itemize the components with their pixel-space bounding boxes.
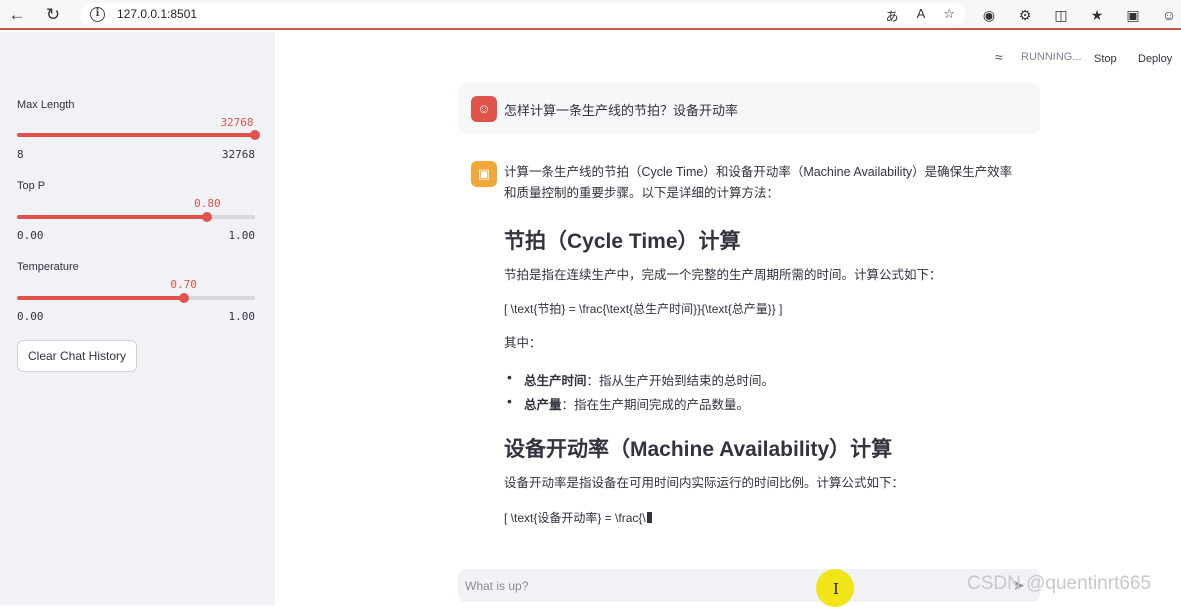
chat-input[interactable] (458, 569, 1040, 602)
status-text: RUNNING... (1021, 51, 1082, 63)
slider-label: Max Length (17, 99, 75, 111)
slider-track[interactable] (17, 212, 255, 222)
slider-label: Top P (17, 180, 46, 192)
info-icon[interactable]: i (90, 7, 105, 22)
answer-paragraph-2: 设备开动率是指设备在可用时间内实际运行的时间比例。计算公式如下： (504, 476, 905, 490)
slider-fill (17, 133, 255, 137)
watermark: CSDN @quentinrt665 (967, 573, 1152, 594)
favorites-icon[interactable]: ★ (1086, 4, 1108, 26)
heading-cycle-time: 节拍（Cycle Time）计算 (504, 230, 741, 253)
bullet-term: 总生产时间 (524, 374, 587, 388)
address-bar[interactable]: i 127.0.0.1:8501 あ A ☆ (80, 3, 965, 26)
answer-intro-line1: 计算一条生产线的节拍（Cycle Time）和设备开动率（Machine Ava… (504, 165, 1013, 179)
slider-current-value: 0.80 (194, 197, 221, 210)
url-text: 127.0.0.1:8501 (117, 7, 198, 21)
bullet-term: 总产量 (524, 398, 562, 412)
slider-track[interactable] (17, 130, 260, 140)
assistant-avatar-icon: ▣ (471, 161, 497, 187)
browser-toolbar: ← ↻ i 127.0.0.1:8501 あ A ☆ ◉ ⚙ ◫ ★ ▣ ☺ (0, 0, 1181, 30)
slider-max: 1.00 (228, 229, 256, 242)
collections-icon[interactable]: ▣ (1122, 4, 1144, 26)
slider-max: 32768 (221, 148, 255, 161)
list-item: 总产量：指在生产期间完成的产品数量。 (507, 393, 750, 413)
favorite-star-icon[interactable]: ☆ (943, 6, 955, 25)
bullet-desc: ：指在生产期间完成的产品数量。 (561, 398, 750, 412)
extensions-icon[interactable]: ⚙ (1014, 4, 1036, 26)
answer-among: 其中： (504, 336, 542, 350)
slider-label: Temperature (17, 261, 79, 273)
read-aloud-icon[interactable]: あ (886, 6, 899, 25)
top-p-slider[interactable]: Top P 0.80 0.00 1.00 (17, 180, 255, 242)
list-item: 总生产时间：指从生产开始到结束的总时间。 (507, 369, 775, 389)
split-screen-icon[interactable]: ◫ (1050, 4, 1072, 26)
slider-track[interactable] (17, 293, 255, 303)
user-avatar-icon: ☺ (471, 96, 497, 122)
slider-fill (17, 215, 208, 219)
slider-thumb[interactable] (250, 130, 260, 140)
running-swimmer-icon: ≈ (995, 49, 1003, 65)
answer-paragraph-1: 节拍是指在连续生产中，完成一个完整的生产周期所需的时间。计算公式如下： (504, 268, 942, 282)
reload-icon[interactable]: ↻ (42, 4, 64, 26)
slider-max: 1.00 (228, 310, 256, 323)
stop-button[interactable]: Stop (1094, 53, 1117, 65)
slider-thumb[interactable] (202, 212, 213, 222)
heading-machine-availability: 设备开动率（Machine Availability）计算 (504, 438, 893, 461)
formula-machine-availability: [ \text{设备开动率} = \frac{\ (504, 508, 1039, 529)
back-arrow-icon[interactable]: ← (6, 4, 28, 26)
deploy-button[interactable]: Deploy (1138, 53, 1172, 65)
text-cursor-icon: I (833, 580, 839, 598)
slider-min: 8 (17, 148, 24, 161)
clear-chat-history-button[interactable]: Clear Chat History (17, 340, 137, 372)
bullet-desc: ：指从生产开始到结束的总时间。 (586, 374, 775, 388)
slider-current-value: 0.70 (170, 278, 197, 291)
running-status: ≈ RUNNING... (995, 50, 1082, 64)
sidebar: Max Length 32768 8 32768 Top P 0.80 0.00… (0, 32, 275, 605)
temperature-slider[interactable]: Temperature 0.70 0.00 1.00 (17, 261, 255, 323)
answer-intro-line2: 和质量控制的重要步骤。以下是详细的计算方法： (504, 186, 780, 200)
formula-cycle-time: [ \text{节拍} = \frac{\text{总生产时间}}{\text{… (504, 302, 783, 316)
slider-min: 0.00 (17, 229, 44, 242)
formula-text: [ \text{设备开动率} = \frac{\ (504, 511, 646, 525)
copilot-icon[interactable]: ◉ (978, 4, 1000, 26)
max-length-slider[interactable]: Max Length 32768 8 32768 (17, 99, 260, 161)
slider-thumb[interactable] (178, 293, 189, 303)
slider-min: 0.00 (17, 310, 44, 323)
slider-fill (17, 296, 184, 300)
text-size-icon[interactable]: A (917, 6, 926, 25)
streaming-caret (646, 512, 652, 523)
profile-icon[interactable]: ☺ (1158, 4, 1180, 26)
user-message: ☺ 怎样计算一条生产线的节拍？设备开动率 (458, 83, 1040, 134)
user-message-text: 怎样计算一条生产线的节拍？设备开动率 (504, 103, 739, 118)
slider-current-value: 32768 (220, 116, 254, 129)
